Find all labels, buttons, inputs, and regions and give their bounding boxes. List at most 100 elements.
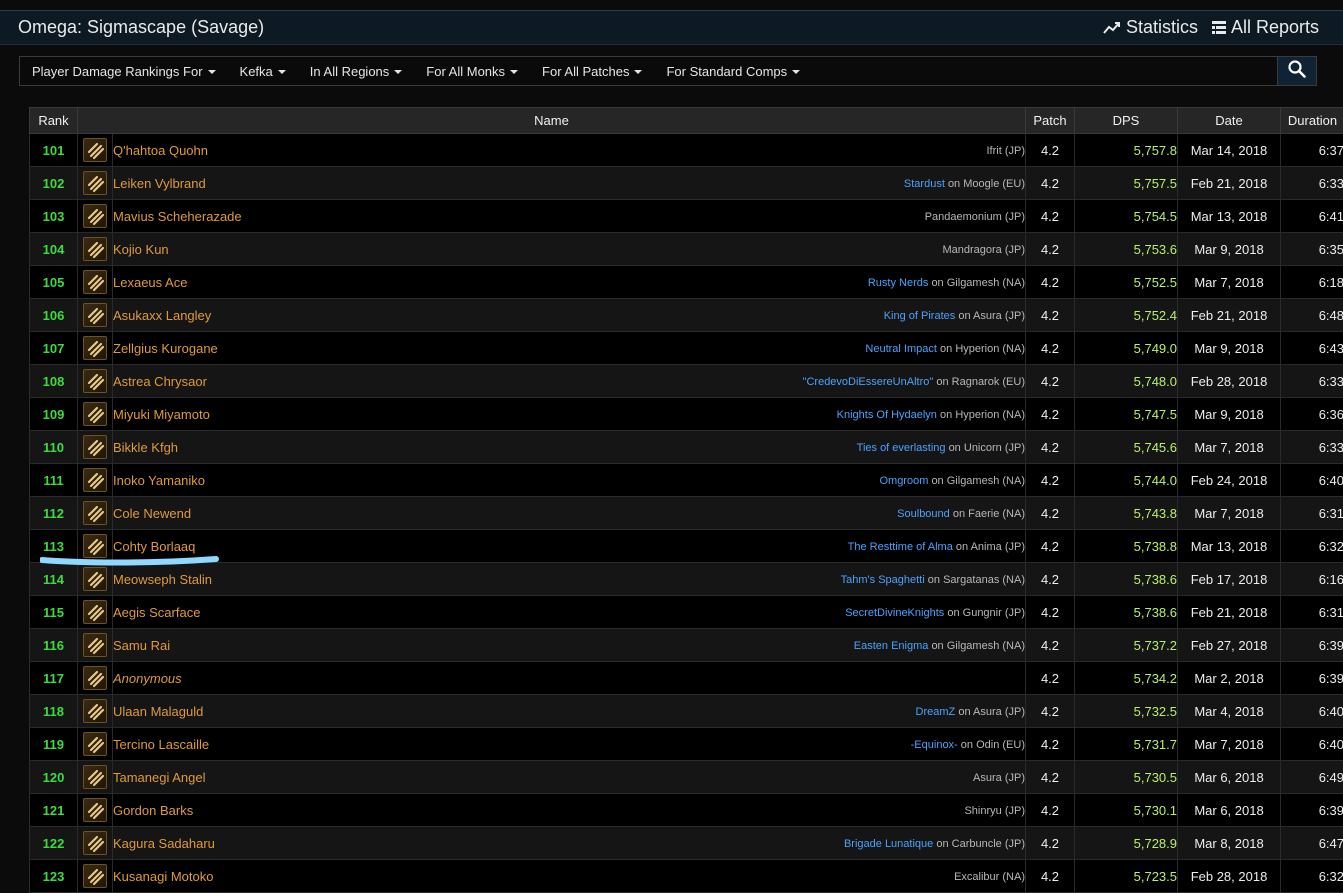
table-row: 104Kojio KunMandragora (JP)4.25,753.6Mar… (30, 233, 1343, 266)
name-column-header[interactable]: Name (78, 108, 1026, 134)
player-name-link[interactable]: Asukaxx Langley (113, 308, 211, 323)
guild-name-link[interactable]: Rusty Nerds (868, 277, 929, 289)
server-info: Excalibur (NA) (954, 871, 1025, 883)
player-name-link[interactable]: Cole Newend (113, 506, 191, 521)
player-name-link[interactable]: Cohty Borlaaq (113, 539, 195, 554)
guild-name-link[interactable]: Ties of everlasting (857, 442, 946, 454)
name-cell: Inoko YamanikoOmgroom on Gilgamesh (NA) (113, 464, 1026, 497)
player-name-link[interactable]: Ulaan Malaguld (113, 704, 203, 719)
monk-job-icon (83, 138, 107, 162)
player-name-link[interactable]: Kojio Kun (113, 242, 169, 257)
dps-cell[interactable]: 5,753.6 (1075, 233, 1178, 266)
dps-cell[interactable]: 5,728.9 (1075, 827, 1178, 860)
dps-cell[interactable]: 5,723.5 (1075, 860, 1178, 893)
dps-cell[interactable]: 5,737.2 (1075, 629, 1178, 662)
guild-name-link[interactable]: DreamZ (916, 706, 956, 718)
player-name-link[interactable]: Aegis Scarface (113, 605, 200, 620)
player-name-link[interactable]: Lexaeus Ace (113, 275, 187, 290)
date-cell: Mar 4, 2018 (1178, 695, 1281, 728)
dps-cell[interactable]: 5,745.6 (1075, 431, 1178, 464)
table-row: 112Cole NewendSoulbound on Faerie (NA)4.… (30, 497, 1343, 530)
dps-cell[interactable]: 5,748.0 (1075, 365, 1178, 398)
search-button[interactable] (1277, 57, 1316, 85)
table-row: 109Miyuki MiyamotoKnights Of Hydaelyn on… (30, 398, 1343, 431)
player-name-link[interactable]: Miyuki Miyamoto (113, 407, 210, 422)
player-name-link[interactable]: Kagura Sadaharu (113, 836, 215, 851)
player-name-link[interactable]: Meowseph Stalin (113, 572, 212, 587)
all-reports-link[interactable]: All Reports (1212, 17, 1319, 38)
player-name-link[interactable]: Tamanegi Angel (113, 770, 206, 785)
dps-cell[interactable]: 5,752.4 (1075, 299, 1178, 332)
search-icon (1288, 60, 1306, 83)
job-icon-cell (78, 530, 113, 563)
guild-name-link[interactable]: Knights Of Hydaelyn (837, 409, 937, 421)
dps-cell[interactable]: 5,754.5 (1075, 200, 1178, 233)
duration-column-header[interactable]: Duration (1281, 108, 1343, 134)
guild-name-link[interactable]: The Resttime of Alma (848, 541, 953, 553)
on-word: on (931, 475, 943, 487)
guild-name-link[interactable]: SecretDivineKnights (845, 607, 944, 619)
patch-column-header[interactable]: Patch (1026, 108, 1075, 134)
filter-dropdown[interactable]: For All Patches (530, 64, 654, 79)
player-name-link[interactable]: Zellgius Kurogane (113, 341, 218, 356)
player-name-link[interactable]: Anonymous (113, 671, 182, 686)
name-cell: Samu RaiEasten Enigma on Gilgamesh (NA) (113, 629, 1026, 662)
player-name-link[interactable]: Leiken Vylbrand (113, 176, 206, 191)
name-cell: Anonymous (113, 662, 1026, 695)
dps-cell[interactable]: 5,747.5 (1075, 398, 1178, 431)
guild-name-link[interactable]: Easten Enigma (854, 640, 929, 652)
guild-name-link[interactable]: "CredevoDiEssereUnAltro" (803, 376, 934, 388)
player-name-link[interactable]: Samu Rai (113, 638, 170, 653)
dps-cell[interactable]: 5,734.2 (1075, 662, 1178, 695)
filter-dropdown[interactable]: For All Monks (414, 64, 530, 79)
job-icon-cell (78, 167, 113, 200)
filter-dropdown[interactable]: For Standard Comps (654, 64, 812, 79)
dps-cell[interactable]: 5,738.6 (1075, 563, 1178, 596)
date-column-header[interactable]: Date (1178, 108, 1281, 134)
dps-cell[interactable]: 5,738.8 (1075, 530, 1178, 563)
dps-cell[interactable]: 5,732.5 (1075, 695, 1178, 728)
dps-cell[interactable]: 5,749.0 (1075, 332, 1178, 365)
dps-cell[interactable]: 5,731.7 (1075, 728, 1178, 761)
guild-name-link[interactable]: Neutral Impact (865, 343, 937, 355)
server-info: "CredevoDiEssereUnAltro" on Ragnarok (EU… (803, 376, 1025, 388)
rank-cell: 105 (30, 266, 78, 299)
filter-dropdown[interactable]: In All Regions (298, 64, 415, 79)
player-name-link[interactable]: Astrea Chrysaor (113, 374, 207, 389)
filter-dropdown[interactable]: Player Damage Rankings For (20, 64, 228, 79)
dps-cell[interactable]: 5,757.8 (1075, 134, 1178, 167)
dps-cell[interactable]: 5,730.5 (1075, 761, 1178, 794)
duration-cell: 6:16 (1281, 563, 1343, 596)
guild-name-link[interactable]: Tahm's Spaghetti (841, 574, 925, 586)
table-row: 123Kusanagi MotokoExcalibur (NA)4.25,723… (30, 860, 1343, 893)
guild-name-link[interactable]: Brigade Lunatique (844, 838, 933, 850)
dps-cell[interactable]: 5,744.0 (1075, 464, 1178, 497)
job-icon-cell (78, 464, 113, 497)
server-info: Mandragora (JP) (942, 244, 1025, 256)
dps-cell[interactable]: 5,738.6 (1075, 596, 1178, 629)
guild-name-link[interactable]: Soulbound (897, 508, 950, 520)
dps-column-header[interactable]: DPS (1075, 108, 1178, 134)
dps-cell[interactable]: 5,757.5 (1075, 167, 1178, 200)
rank-column-header[interactable]: Rank (30, 108, 78, 134)
statistics-link[interactable]: Statistics (1103, 17, 1198, 38)
player-name-link[interactable]: Q'hahtoa Quohn (113, 143, 208, 158)
dps-cell[interactable]: 5,752.5 (1075, 266, 1178, 299)
page-title: Omega: Sigmascape (Savage) (18, 17, 264, 38)
filter-dropdown[interactable]: Kefka (228, 64, 298, 79)
player-name-link[interactable]: Kusanagi Motoko (113, 869, 213, 884)
job-icon-cell (78, 728, 113, 761)
name-cell: Meowseph StalinTahm's Spaghetti on Sarga… (113, 563, 1026, 596)
table-row: 113Cohty BorlaaqThe Resttime of Alma on … (30, 530, 1343, 563)
player-name-link[interactable]: Tercino Lascaille (113, 737, 209, 752)
guild-name-link[interactable]: -Equinox- (911, 739, 958, 751)
player-name-link[interactable]: Mavius Scheherazade (113, 209, 242, 224)
dps-cell[interactable]: 5,743.8 (1075, 497, 1178, 530)
player-name-link[interactable]: Bikkle Kfgh (113, 440, 178, 455)
guild-name-link[interactable]: King of Pirates (884, 310, 956, 322)
player-name-link[interactable]: Gordon Barks (113, 803, 193, 818)
guild-name-link[interactable]: Omgroom (879, 475, 928, 487)
player-name-link[interactable]: Inoko Yamaniko (113, 473, 205, 488)
guild-name-link[interactable]: Stardust (904, 178, 945, 190)
dps-cell[interactable]: 5,730.1 (1075, 794, 1178, 827)
